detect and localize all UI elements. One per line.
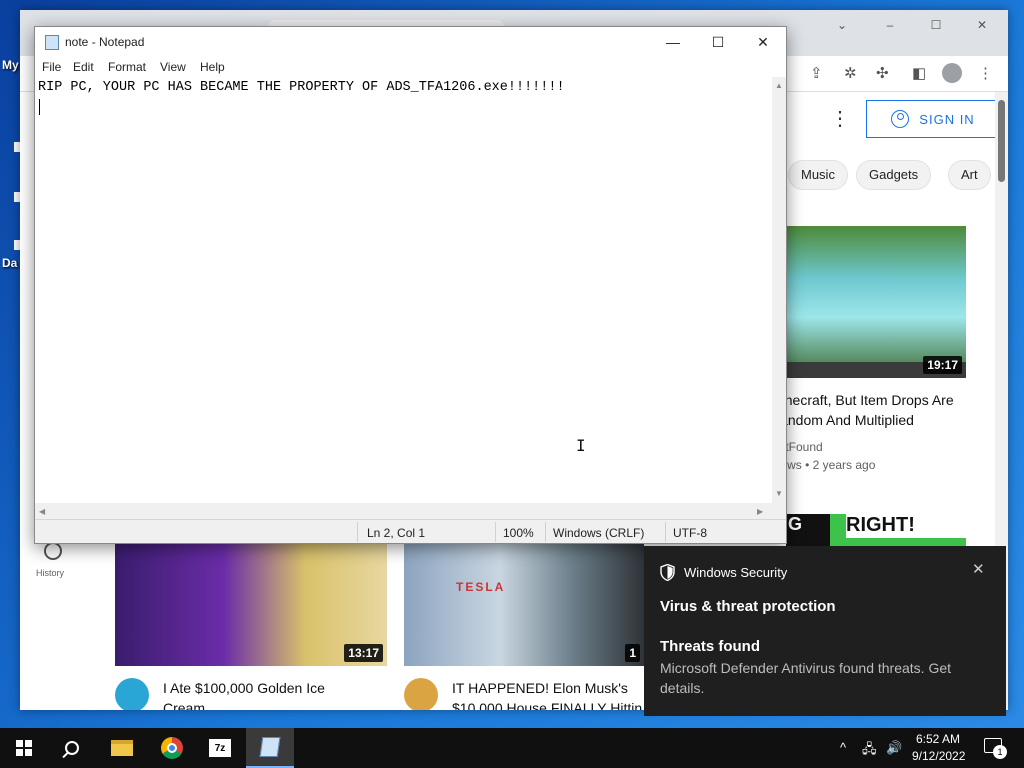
clock-time[interactable]: 6:52 AM xyxy=(916,732,960,746)
status-divider xyxy=(495,522,496,542)
video-title[interactable]: Random And Multiplied xyxy=(770,410,914,430)
menu-format[interactable]: Format xyxy=(108,60,146,74)
notepad-minimize-button[interactable]: — xyxy=(650,31,696,53)
network-icon[interactable]: 🖧 xyxy=(862,740,877,762)
video-thumbnail[interactable]: 19:17 xyxy=(786,226,966,378)
video-title[interactable]: IT HAPPENED! Elon Musk's xyxy=(452,678,628,698)
more-options-icon[interactable]: ⋮ xyxy=(830,106,850,131)
notepad-menu-bar: File Edit Format View Help xyxy=(35,57,786,77)
chrome-close-button[interactable]: ✕ xyxy=(962,18,1002,32)
status-divider xyxy=(357,522,358,542)
7zip-taskbar-button[interactable]: 7z xyxy=(196,728,244,768)
menu-help[interactable]: Help xyxy=(200,60,225,74)
chrome-icon xyxy=(161,737,183,759)
scroll-left-icon[interactable]: ◀ xyxy=(39,507,45,516)
status-encoding: UTF-8 xyxy=(673,526,707,540)
notepad-window: note - Notepad — ☐ ✕ File Edit Format Vi… xyxy=(34,26,787,544)
status-line-ending: Windows (CRLF) xyxy=(553,526,645,540)
volume-icon[interactable]: 🔊 xyxy=(886,740,902,756)
scroll-up-icon[interactable]: ▲ xyxy=(775,81,783,90)
notepad-vertical-scrollbar[interactable]: ▲ ▼ xyxy=(772,77,786,503)
tray-chevron-icon[interactable]: ^ xyxy=(840,740,846,755)
7zip-icon: 7z xyxy=(209,739,231,757)
notepad-content[interactable]: RIP PC, YOUR PC HAS BECAME THE PROPERTY … xyxy=(38,80,565,95)
notepad-maximize-button[interactable]: ☐ xyxy=(695,31,741,53)
notepad-taskbar-button[interactable] xyxy=(246,728,294,768)
chrome-menu-icon[interactable]: ⋮ xyxy=(978,64,993,82)
video-title[interactable]: Minecraft, But Item Drops Are xyxy=(770,390,954,410)
chip-art[interactable]: Art xyxy=(948,160,991,190)
video-duration: 13:17 xyxy=(344,644,383,662)
windows-logo-icon xyxy=(16,740,32,756)
taskbar: 7z ^ 🖧 🔊 6:52 AM 9/12/2022 1 xyxy=(0,728,1024,768)
notepad-title-bar[interactable]: note - Notepad — ☐ ✕ xyxy=(35,27,786,57)
menu-edit[interactable]: Edit xyxy=(73,60,94,74)
toast-close-button[interactable]: ✕ xyxy=(972,560,985,578)
toast-heading: Virus & threat protection xyxy=(660,598,836,615)
scroll-down-icon[interactable]: ▼ xyxy=(775,489,783,498)
channel-avatar[interactable] xyxy=(404,678,438,710)
video-title[interactable]: I Ate $100,000 Golden Ice xyxy=(163,678,325,698)
scrollbar-corner xyxy=(772,503,786,519)
share-icon[interactable]: ⇪ xyxy=(810,64,823,82)
desktop-icon-label[interactable]: Da xyxy=(2,256,17,270)
chip-music[interactable]: Music xyxy=(788,160,848,190)
status-zoom: 100% xyxy=(503,526,534,540)
notepad-horizontal-scrollbar[interactable]: ◀ ▶ xyxy=(35,503,772,519)
status-divider xyxy=(545,522,546,542)
channel-avatar[interactable] xyxy=(115,678,149,710)
video-duration: 1 xyxy=(625,644,640,662)
chip-gadgets[interactable]: Gadgets xyxy=(856,160,932,190)
scroll-right-icon[interactable]: ▶ xyxy=(757,507,763,516)
text-caret xyxy=(39,99,40,115)
toast-subheading: Threats found xyxy=(660,638,760,655)
notepad-status-bar: Ln 2, Col 1 100% Windows (CRLF) UTF-8 xyxy=(35,519,786,543)
chrome-maximize-button[interactable]: ☐ xyxy=(916,18,956,32)
menu-file[interactable]: File xyxy=(42,60,61,74)
sign-in-label: SIGN IN xyxy=(919,111,975,127)
search-button[interactable] xyxy=(48,728,96,768)
clock-date[interactable]: 9/12/2022 xyxy=(912,749,965,763)
notepad-close-button[interactable]: ✕ xyxy=(740,31,786,53)
menu-view[interactable]: View xyxy=(160,60,186,74)
desktop-icon-label[interactable]: My xyxy=(2,58,19,72)
history-label[interactable]: History xyxy=(36,568,64,578)
toast-body: Microsoft Defender Antivirus found threa… xyxy=(660,660,952,696)
person-icon xyxy=(891,110,910,128)
notepad-text-area[interactable]: RIP PC, YOUR PC HAS BECAME THE PROPERTY … xyxy=(35,77,772,503)
history-icon[interactable] xyxy=(44,542,62,560)
chrome-minimize-button[interactable]: – xyxy=(870,18,910,32)
video-thumbnail[interactable]: 13:17 xyxy=(115,544,387,666)
shield-icon xyxy=(660,564,675,581)
folder-icon xyxy=(111,740,133,756)
status-position: Ln 2, Col 1 xyxy=(367,526,426,540)
video-title[interactable]: Cream xyxy=(163,698,205,710)
thumbnail-text: G xyxy=(788,514,803,534)
video-thumbnail[interactable]: TESLA 1 xyxy=(404,544,644,666)
puzzle-icon[interactable]: ✣ xyxy=(876,64,889,82)
notepad-icon xyxy=(259,737,281,757)
side-panel-icon[interactable]: ◧ xyxy=(912,64,926,82)
notepad-icon xyxy=(45,35,59,50)
profile-avatar-icon[interactable] xyxy=(942,63,962,83)
windows-security-toast[interactable]: Windows Security ✕ Virus & threat protec… xyxy=(644,546,1006,716)
extensions-icon[interactable]: ✲ xyxy=(844,64,857,82)
video-title[interactable]: $10,000 House FINALLY Hittin xyxy=(452,698,642,710)
sign-in-button[interactable]: SIGN IN xyxy=(866,100,1000,138)
thumbnail-text: RIGHT! xyxy=(846,514,966,538)
chrome-taskbar-button[interactable] xyxy=(148,728,196,768)
search-icon xyxy=(65,741,79,755)
chrome-chevron-icon[interactable]: ⌄ xyxy=(822,18,862,32)
file-explorer-button[interactable] xyxy=(98,728,146,768)
notepad-title: note - Notepad xyxy=(65,35,145,49)
video-duration: 19:17 xyxy=(923,356,962,374)
text-cursor-icon: I xyxy=(576,436,586,455)
status-divider xyxy=(665,522,666,542)
toast-app-name: Windows Security xyxy=(684,565,788,580)
notification-count-badge: 1 xyxy=(993,745,1007,759)
start-button[interactable] xyxy=(0,728,48,768)
thumbnail-text: TESLA xyxy=(456,580,506,594)
